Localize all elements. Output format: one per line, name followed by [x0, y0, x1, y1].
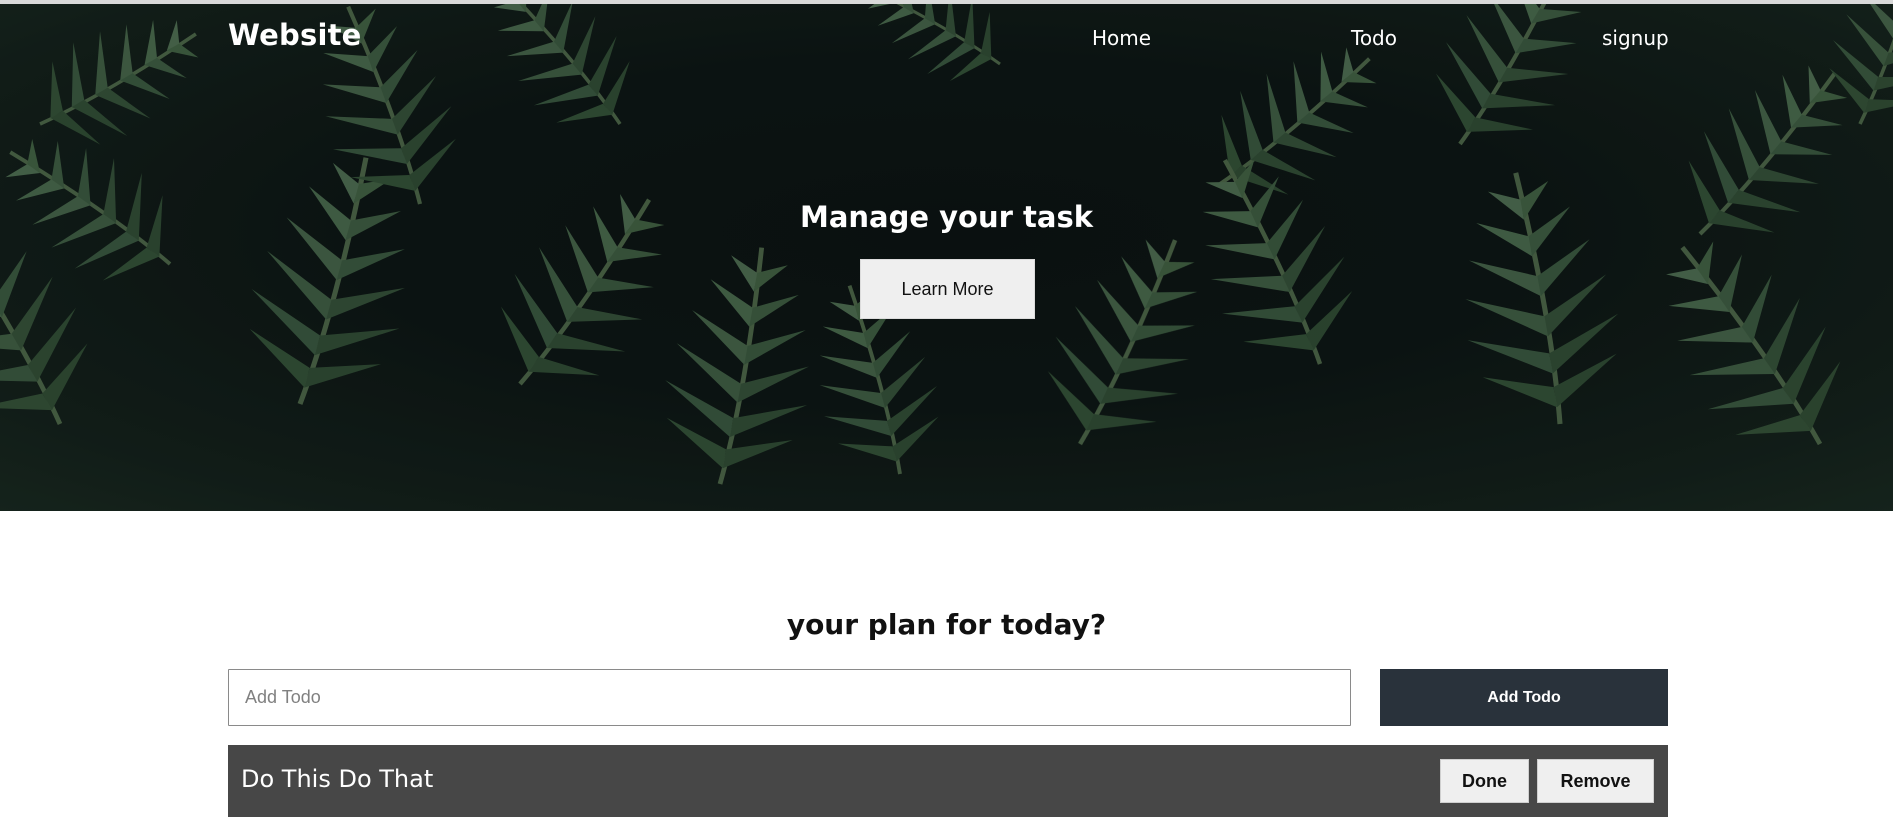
todo-item-text: Do This Do That [241, 765, 434, 793]
nav-link-home[interactable]: Home [1092, 26, 1151, 50]
add-todo-button[interactable]: Add Todo [1380, 669, 1668, 726]
palm-foliage-background [0, 4, 1893, 511]
learn-more-button[interactable]: Learn More [860, 259, 1035, 319]
nav-link-todo[interactable]: Todo [1351, 26, 1397, 50]
nav-link-signup[interactable]: signup [1602, 26, 1669, 50]
hero-title: Manage your task [799, 200, 1094, 234]
done-button[interactable]: Done [1440, 759, 1529, 803]
todo-list-item: Do This Do That Done Remove [228, 745, 1668, 817]
remove-button[interactable]: Remove [1537, 759, 1654, 803]
hero-banner: Website Home Todo signup Manage your tas… [0, 4, 1893, 511]
add-todo-input[interactable] [228, 669, 1351, 726]
site-logo[interactable]: Website [228, 18, 362, 52]
section-title: your plan for today? [786, 608, 1107, 641]
